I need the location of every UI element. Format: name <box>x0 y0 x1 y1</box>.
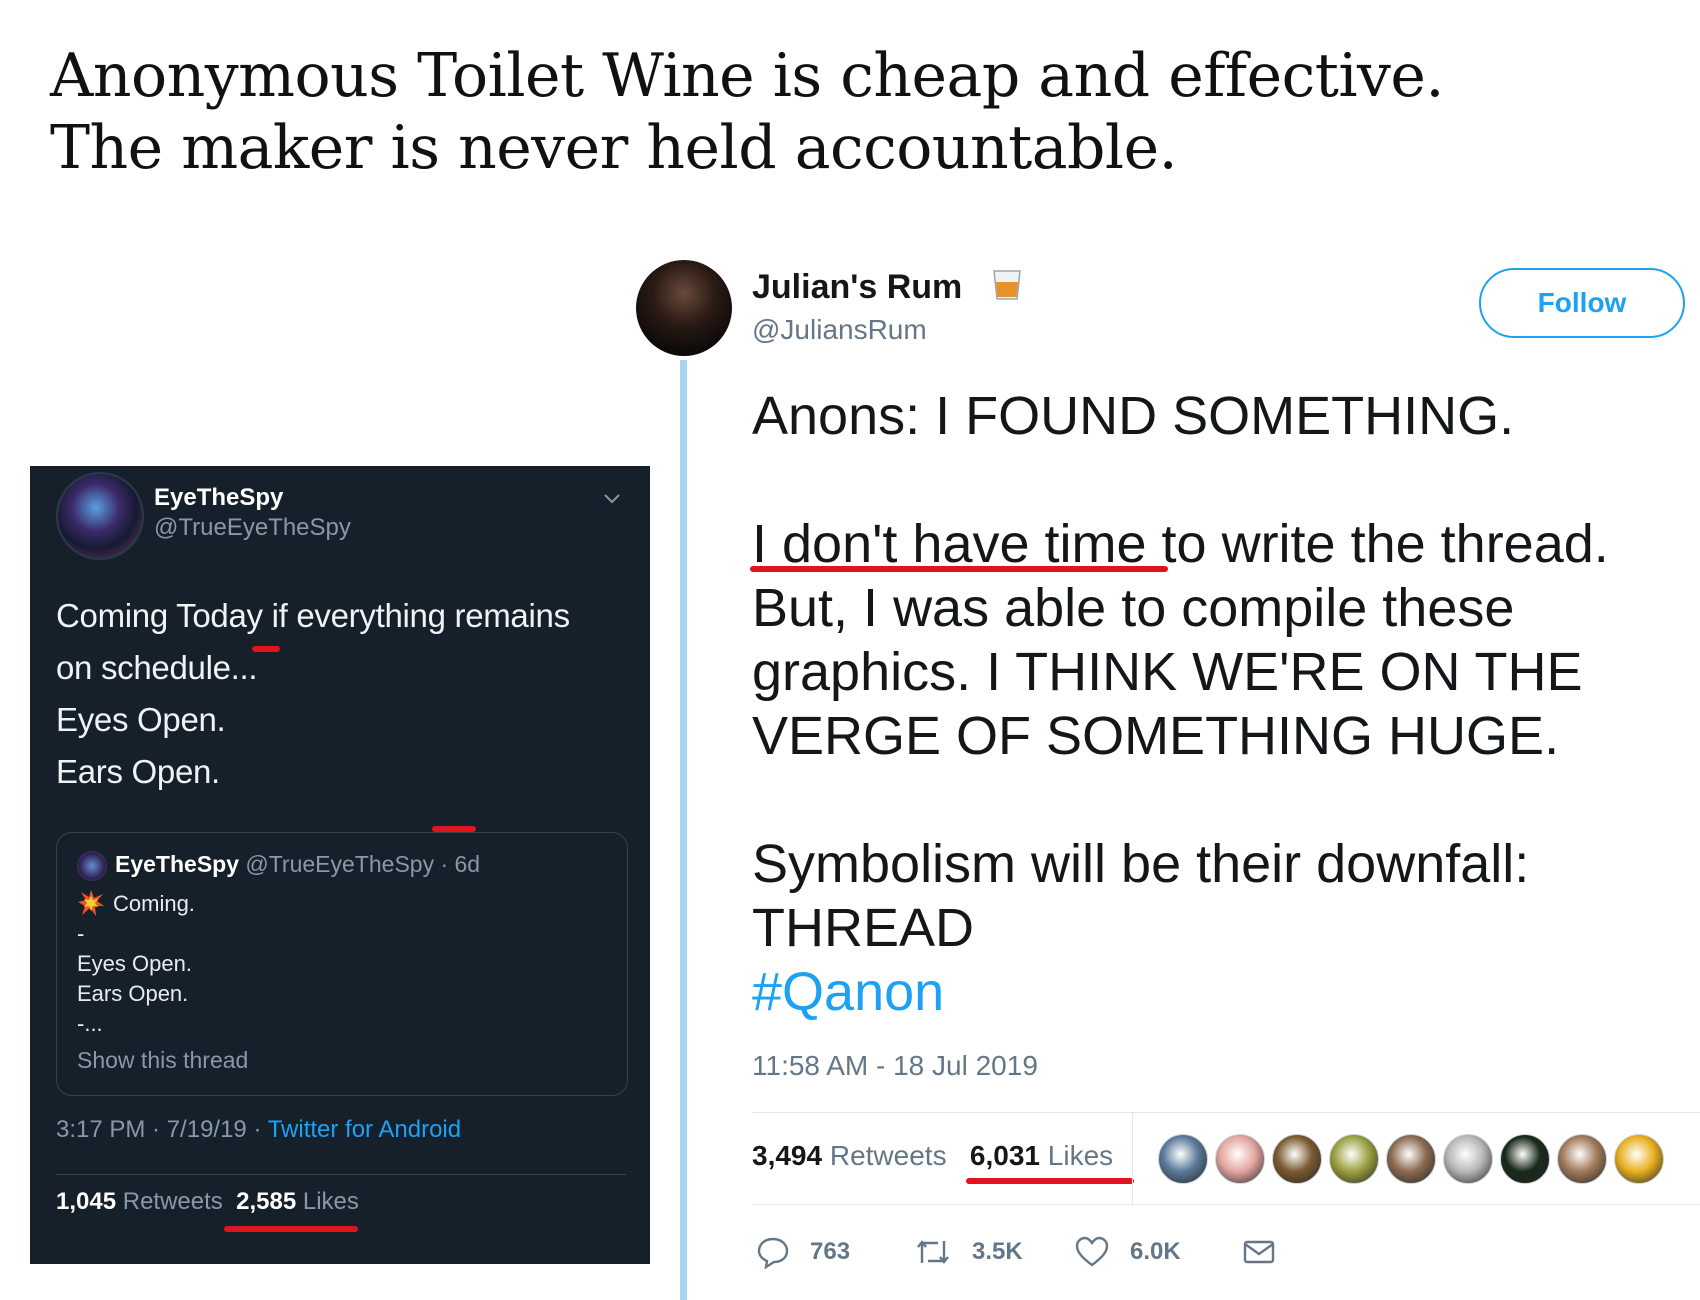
like-action-count: 6.0K <box>1130 1238 1181 1265</box>
tweet-line: THREAD <box>752 898 975 958</box>
tweet-text: Coming Today if everything remains on sc… <box>56 590 616 798</box>
highlight-underline <box>224 1226 358 1232</box>
liker-avatar[interactable] <box>1443 1134 1493 1184</box>
engagement-stats: 3,494 Retweets 6,031 Likes <box>752 1140 1113 1172</box>
timestamp[interactable]: 3:17 PM · 7/19/19 · <box>56 1116 268 1143</box>
tweet-line: Ears Open. <box>56 753 220 790</box>
tweet-text: Anons: I FOUND SOMETHING. I don't have t… <box>752 384 1672 1024</box>
tweet-line: Anons: I FOUND SOMETHING. <box>752 386 1515 446</box>
retweet-count[interactable]: 1,045 <box>56 1188 116 1215</box>
quoted-line: Ears Open. <box>77 981 189 1006</box>
quoted-avatar <box>77 851 107 881</box>
direct-message-button[interactable] <box>1242 1232 1296 1272</box>
quoted-line: -... <box>77 1011 103 1036</box>
liker-avatar[interactable] <box>1329 1134 1379 1184</box>
divider <box>1132 1112 1133 1204</box>
divider <box>752 1204 1700 1205</box>
retweet-button[interactable]: 3.5K <box>914 1232 1023 1272</box>
quoted-tweet[interactable]: EyeTheSpy @TrueEyeTheSpy · 6d Coming. - … <box>56 832 628 1096</box>
like-label[interactable]: Likes <box>1048 1140 1113 1171</box>
tweet-line: graphics. I THINK WE'RE ON THE <box>752 642 1583 702</box>
quoted-author-name: EyeTheSpy <box>115 851 239 877</box>
headline-line-1: Anonymous Toilet Wine is cheap and effec… <box>50 41 1445 111</box>
quoted-line: Eyes Open. <box>77 951 192 976</box>
engagement-stats: 1,045 Retweets 2,585 Likes <box>56 1188 359 1216</box>
tumbler-glass-icon <box>993 270 1021 300</box>
liker-avatar[interactable] <box>1158 1134 1208 1184</box>
retweet-label[interactable]: Retweets <box>830 1140 947 1171</box>
divider <box>752 1112 1700 1113</box>
liker-avatar[interactable] <box>1614 1134 1664 1184</box>
reply-button[interactable]: 763 <box>756 1232 850 1272</box>
thread-line <box>680 360 687 1300</box>
author-handle[interactable]: @TrueEyeTheSpy <box>154 514 351 542</box>
author-handle[interactable]: @JuliansRum <box>752 314 927 346</box>
retweet-action-count: 3.5K <box>972 1238 1023 1265</box>
reply-icon <box>757 1237 789 1269</box>
timestamp[interactable]: 11:58 AM - 18 Jul 2019 <box>752 1050 1038 1082</box>
like-count[interactable]: 2,585 <box>236 1188 296 1215</box>
liker-avatar[interactable] <box>1386 1134 1436 1184</box>
retweet-icon <box>917 1240 949 1264</box>
source-link[interactable]: Twitter for Android <box>268 1116 461 1143</box>
quoted-line: - <box>77 921 85 946</box>
liker-avatar[interactable] <box>1500 1134 1550 1184</box>
headline-line-2: The maker is never held accountable. <box>50 113 1178 183</box>
show-thread-link[interactable]: Show this thread <box>77 1047 248 1074</box>
collision-icon <box>78 890 104 916</box>
liker-avatar[interactable] <box>1215 1134 1265 1184</box>
highlight-underline <box>966 1178 1134 1184</box>
headline: Anonymous Toilet Wine is cheap and effec… <box>50 40 1650 184</box>
author-name[interactable]: EyeTheSpy <box>154 484 283 512</box>
left-tweet-card: EyeTheSpy @TrueEyeTheSpy Coming Today if… <box>30 466 650 1264</box>
reply-count: 763 <box>810 1238 851 1265</box>
avatar[interactable] <box>636 260 732 356</box>
quoted-meta: @TrueEyeTheSpy · 6d <box>245 851 481 877</box>
retweet-label[interactable]: Retweets <box>123 1188 223 1215</box>
retweet-count[interactable]: 3,494 <box>752 1140 822 1171</box>
author-name[interactable]: Julian's Rum <box>752 268 962 307</box>
highlight-underline <box>252 646 280 652</box>
tweet-line: But, I was able to compile these <box>752 578 1515 638</box>
follow-button[interactable]: Follow <box>1479 268 1685 338</box>
hashtag-link[interactable]: #Qanon <box>752 960 1672 1024</box>
heart-icon <box>1075 1236 1109 1267</box>
tweet-line: Coming Today if everything remains <box>56 597 570 634</box>
tweet-line: VERGE OF SOMETHING HUGE. <box>752 706 1560 766</box>
tweet-line: Symbolism will be their downfall: <box>752 834 1530 894</box>
liker-avatar[interactable] <box>1557 1134 1607 1184</box>
highlight-underline <box>750 566 1168 572</box>
like-count[interactable]: 6,031 <box>970 1140 1040 1171</box>
quoted-header: EyeTheSpy @TrueEyeTheSpy · 6d <box>115 851 480 878</box>
like-label[interactable]: Likes <box>303 1188 359 1215</box>
divider <box>56 1174 626 1175</box>
tweet-meta: 3:17 PM · 7/19/19 · Twitter for Android <box>56 1116 461 1144</box>
chevron-down-icon[interactable] <box>602 488 622 508</box>
highlight-underline <box>432 826 476 832</box>
like-button[interactable]: 6.0K <box>1074 1232 1181 1272</box>
tweet-line: Eyes Open. <box>56 701 226 738</box>
envelope-icon <box>1243 1240 1275 1264</box>
quoted-line: Coming. <box>113 891 195 916</box>
liker-avatar[interactable] <box>1272 1134 1322 1184</box>
avatar[interactable] <box>56 472 144 560</box>
tweet-line: on schedule... <box>56 649 258 686</box>
